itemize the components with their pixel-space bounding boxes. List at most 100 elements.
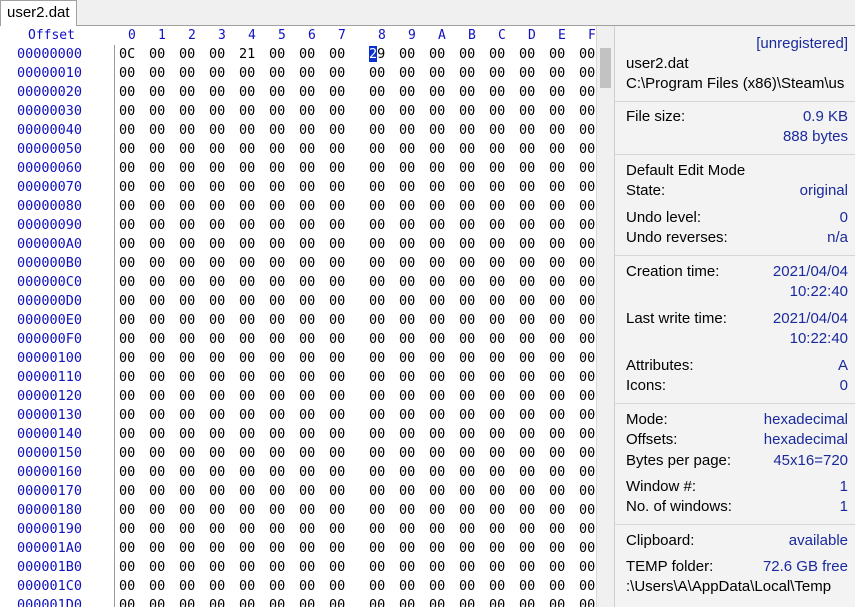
hex-byte[interactable]: 00 (429, 216, 445, 235)
hex-byte[interactable]: 00 (549, 501, 565, 520)
hex-byte[interactable]: 00 (579, 292, 595, 311)
hex-byte[interactable]: 00 (399, 45, 415, 64)
hex-byte[interactable]: 00 (429, 64, 445, 83)
hex-byte[interactable]: 00 (239, 159, 255, 178)
hex-byte[interactable]: 00 (519, 311, 535, 330)
hex-byte[interactable]: 00 (489, 102, 505, 121)
hex-byte[interactable]: 00 (519, 102, 535, 121)
hex-byte[interactable]: 00 (179, 83, 195, 102)
hex-byte[interactable]: 00 (179, 406, 195, 425)
hex-byte[interactable]: 00 (549, 368, 565, 387)
hex-byte[interactable]: 00 (519, 577, 535, 596)
hex-byte[interactable]: 00 (239, 368, 255, 387)
hex-byte[interactable]: 00 (489, 311, 505, 330)
hex-byte[interactable]: 00 (429, 463, 445, 482)
hex-byte[interactable]: 00 (519, 197, 535, 216)
hex-byte[interactable]: 00 (489, 463, 505, 482)
hex-byte[interactable]: 00 (299, 273, 315, 292)
hex-byte[interactable]: 00 (579, 330, 595, 349)
hex-byte[interactable]: 00 (149, 121, 165, 140)
hex-byte[interactable]: 00 (489, 178, 505, 197)
hex-byte[interactable]: 00 (179, 311, 195, 330)
hex-byte[interactable]: 00 (179, 45, 195, 64)
hex-byte[interactable]: 00 (369, 178, 385, 197)
hex-byte[interactable]: 00 (489, 330, 505, 349)
hex-byte[interactable]: 00 (369, 292, 385, 311)
hex-byte[interactable]: 00 (239, 216, 255, 235)
hex-byte[interactable]: 00 (179, 102, 195, 121)
hex-byte[interactable]: 00 (299, 121, 315, 140)
hex-byte[interactable]: 00 (519, 482, 535, 501)
hex-byte[interactable]: 00 (149, 140, 165, 159)
hex-byte[interactable]: 00 (519, 159, 535, 178)
hex-byte[interactable]: 00 (209, 102, 225, 121)
hex-byte[interactable]: 00 (269, 596, 285, 607)
hex-byte[interactable]: 00 (459, 178, 475, 197)
hex-byte[interactable]: 00 (459, 463, 475, 482)
hex-byte[interactable]: 00 (209, 64, 225, 83)
vertical-scrollbar[interactable] (596, 26, 614, 607)
hex-byte[interactable]: 00 (269, 197, 285, 216)
hex-byte[interactable]: 00 (579, 83, 595, 102)
hex-byte[interactable]: 00 (459, 292, 475, 311)
hex-byte[interactable]: 00 (459, 45, 475, 64)
hex-byte[interactable]: 00 (579, 463, 595, 482)
hex-byte[interactable]: 00 (269, 140, 285, 159)
hex-byte[interactable]: 00 (299, 349, 315, 368)
hex-byte[interactable]: 00 (579, 45, 595, 64)
hex-byte[interactable]: 00 (209, 83, 225, 102)
hex-byte[interactable]: 00 (549, 558, 565, 577)
hex-byte[interactable]: 00 (119, 235, 135, 254)
hex-byte[interactable]: 00 (459, 539, 475, 558)
hex-byte[interactable]: 00 (299, 254, 315, 273)
hex-byte[interactable]: 00 (329, 254, 345, 273)
hex-byte[interactable]: 00 (369, 140, 385, 159)
hex-byte[interactable]: 00 (329, 444, 345, 463)
hex-byte[interactable]: 00 (209, 425, 225, 444)
hex-byte[interactable]: 00 (179, 463, 195, 482)
hex-byte[interactable]: 00 (549, 444, 565, 463)
hex-byte[interactable]: 00 (459, 520, 475, 539)
hex-byte[interactable]: 21 (239, 45, 255, 64)
hex-byte[interactable]: 00 (519, 501, 535, 520)
hex-byte[interactable]: 00 (429, 102, 445, 121)
hex-byte[interactable]: 00 (119, 444, 135, 463)
hex-byte[interactable]: 00 (149, 596, 165, 607)
hex-byte[interactable]: 00 (269, 425, 285, 444)
hex-byte[interactable]: 00 (369, 425, 385, 444)
hex-byte[interactable]: 00 (459, 216, 475, 235)
hex-byte[interactable]: 00 (489, 577, 505, 596)
hex-byte[interactable]: 00 (329, 273, 345, 292)
hex-byte[interactable]: 00 (519, 140, 535, 159)
hex-byte[interactable]: 00 (209, 368, 225, 387)
hex-byte[interactable]: 00 (429, 178, 445, 197)
hex-byte[interactable]: 00 (329, 368, 345, 387)
hex-byte[interactable]: 00 (119, 311, 135, 330)
hex-byte[interactable]: 00 (119, 273, 135, 292)
hex-byte[interactable]: 00 (579, 406, 595, 425)
hex-byte[interactable]: 00 (579, 311, 595, 330)
hex-byte[interactable]: 00 (579, 387, 595, 406)
hex-byte[interactable]: 00 (489, 406, 505, 425)
hex-byte[interactable]: 00 (369, 539, 385, 558)
hex-byte[interactable]: 00 (579, 197, 595, 216)
hex-byte[interactable]: 00 (489, 216, 505, 235)
hex-byte[interactable]: 00 (239, 501, 255, 520)
hex-byte[interactable]: 00 (119, 463, 135, 482)
hex-byte[interactable]: 00 (579, 425, 595, 444)
hex-byte[interactable]: 00 (579, 178, 595, 197)
hex-byte[interactable]: 00 (399, 83, 415, 102)
hex-byte[interactable]: 00 (299, 235, 315, 254)
hex-byte[interactable]: 00 (149, 254, 165, 273)
hex-byte[interactable]: 00 (269, 558, 285, 577)
hex-byte[interactable]: 00 (149, 178, 165, 197)
hex-byte[interactable]: 00 (149, 83, 165, 102)
hex-byte[interactable]: 00 (519, 349, 535, 368)
hex-byte[interactable]: 00 (549, 64, 565, 83)
hex-byte[interactable]: 00 (329, 102, 345, 121)
hex-byte[interactable]: 00 (149, 64, 165, 83)
hex-byte[interactable]: 00 (209, 520, 225, 539)
hex-byte[interactable]: 00 (369, 482, 385, 501)
hex-byte[interactable]: 00 (329, 197, 345, 216)
hex-byte[interactable]: 00 (399, 482, 415, 501)
